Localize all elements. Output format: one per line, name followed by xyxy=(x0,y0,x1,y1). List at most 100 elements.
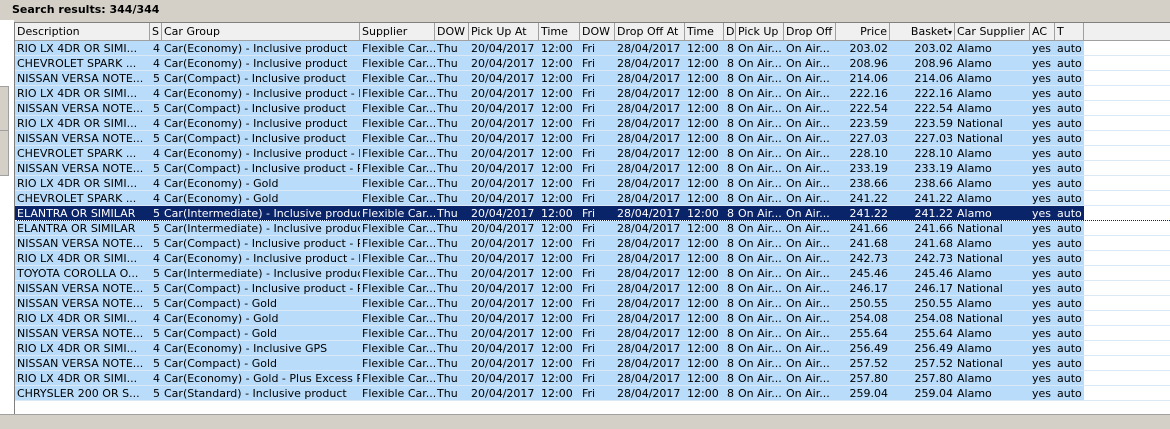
cell-price: 242.73 xyxy=(849,252,889,265)
table-row[interactable]: NISSAN VERSA NOTE... 5 Car(Compact) - Incl… xyxy=(15,101,1170,116)
cell-desc: RIO LX 4DR OR SIMI... xyxy=(17,372,138,385)
cell-basket: 203.02 xyxy=(914,42,954,55)
table-row[interactable]: RIO LX 4DR OR SIMI... 4 Car(Economy) - Gol… xyxy=(15,371,1170,386)
cell-s: 5 xyxy=(153,207,160,220)
table-row[interactable]: NISSAN VERSA NOTE... 5 Car(Compact) - Gold… xyxy=(15,356,1170,371)
table-row[interactable]: CHEVROLET SPARK ... 4 Car(Economy) - Inclu… xyxy=(15,146,1170,161)
cell-pickat: 20/04/2017 xyxy=(471,162,535,175)
table-row[interactable]: RIO LX 4DR OR SIMI... 4 Car(Economy) - Inc… xyxy=(15,116,1170,131)
row-filler xyxy=(1084,281,1170,295)
column-header-pickat[interactable]: Pick Up At xyxy=(469,23,539,40)
cell-dow1: Thu xyxy=(437,57,458,70)
table-row[interactable]: RIO LX 4DR OR SIMI... 4 Car(Economy) - Inc… xyxy=(15,86,1170,101)
cell-ac: yes xyxy=(1032,72,1052,85)
cell-pickat: 20/04/2017 xyxy=(471,327,535,340)
table-row[interactable]: CHRYSLER 200 OR S... 5 Car(Standard) - Inc… xyxy=(15,386,1170,401)
column-header-group[interactable]: Car Group xyxy=(162,23,360,40)
cell-price: 259.04 xyxy=(849,387,889,400)
table-row[interactable]: ELANTRA OR SIMILAR 5 Car(Intermediate) - I… xyxy=(15,206,1170,221)
table-row[interactable]: NISSAN VERSA NOTE... 5 Car(Compact) - Gold… xyxy=(15,296,1170,311)
column-header-supplier[interactable]: Supplier xyxy=(360,23,435,40)
row-filler xyxy=(1084,206,1170,220)
cell-supplier: Flexible Car... xyxy=(362,87,435,100)
column-header-dow1[interactable]: DOW xyxy=(435,23,469,40)
left-panel-tab[interactable] xyxy=(0,86,9,132)
table-row[interactable]: RIO LX 4DR OR SIMI... 4 Car(Economy) - Gol… xyxy=(15,311,1170,326)
cell-dropat: 28/04/2017 xyxy=(617,372,681,385)
results-grid[interactable]: Description S Car Group Supplier DOW Pick Up … xyxy=(14,22,1170,415)
cell-dow2: Fri xyxy=(582,117,596,130)
cell-dropoff: On Air... xyxy=(786,207,830,220)
cell-basket: 222.16 xyxy=(914,87,954,100)
table-row[interactable]: RIO LX 4DR OR SIMI... 4 Car(Economy) - Gol… xyxy=(15,176,1170,191)
cell-dropat: 28/04/2017 xyxy=(617,297,681,310)
cell-group: Car(Compact) - Inclusive product xyxy=(164,102,346,115)
cell-ac: yes xyxy=(1032,267,1052,280)
table-row[interactable]: NISSAN VERSA NOTE... 5 Car(Compact) - Incl… xyxy=(15,236,1170,251)
cell-pickup: On Air... xyxy=(738,57,782,70)
cell-dropoff: On Air... xyxy=(786,72,830,85)
table-row[interactable]: NISSAN VERSA NOTE... 5 Car(Compact) - Incl… xyxy=(15,71,1170,86)
cell-pickup: On Air... xyxy=(738,267,782,280)
column-header-time2[interactable]: Time xyxy=(685,23,724,40)
column-header-pickup[interactable]: Pick Up xyxy=(736,23,784,40)
column-header-s[interactable]: S xyxy=(150,23,162,40)
cell-s: 5 xyxy=(153,222,160,235)
column-header-t[interactable]: T xyxy=(1055,23,1084,40)
table-row[interactable]: CHEVROLET SPARK ... 4 Car(Economy) - Gold F… xyxy=(15,191,1170,206)
table-row[interactable]: CHEVROLET SPARK ... 4 Car(Economy) - Inclu… xyxy=(15,56,1170,71)
table-row[interactable]: NISSAN VERSA NOTE... 5 Car(Compact) - Incl… xyxy=(15,131,1170,146)
table-row[interactable]: NISSAN VERSA NOTE... 5 Car(Compact) - Incl… xyxy=(15,161,1170,176)
cell-time2: 12:00 xyxy=(687,222,719,235)
cell-dow2: Fri xyxy=(582,357,596,370)
cell-carsupplier: Alamo xyxy=(957,72,992,85)
cell-dow1: Thu xyxy=(437,72,458,85)
table-row[interactable]: NISSAN VERSA NOTE... 5 Car(Compact) - Gold… xyxy=(15,326,1170,341)
column-header-ac[interactable]: AC xyxy=(1030,23,1055,40)
cell-price: 203.02 xyxy=(849,42,889,55)
cell-dropoff: On Air... xyxy=(786,132,830,145)
cell-ac: yes xyxy=(1032,177,1052,190)
column-header-time1[interactable]: Time xyxy=(539,23,580,40)
cell-s: 5 xyxy=(153,297,160,310)
cell-t: auto xyxy=(1057,132,1082,145)
cell-pickat: 20/04/2017 xyxy=(471,132,535,145)
cell-dropat: 28/04/2017 xyxy=(617,147,681,160)
cell-ac: yes xyxy=(1032,162,1052,175)
row-filler xyxy=(1084,251,1170,265)
table-row[interactable]: RIO LX 4DR OR SIMI... 4 Car(Economy) - Inc… xyxy=(15,41,1170,56)
column-header-basket[interactable]: Basket▾ xyxy=(890,23,955,40)
cell-dow1: Thu xyxy=(437,192,458,205)
column-header-dow2[interactable]: DOW xyxy=(580,23,615,40)
cell-s: 5 xyxy=(153,102,160,115)
column-header-dropoff[interactable]: Drop Off xyxy=(784,23,836,40)
column-header-carsupplier[interactable]: Car Supplier xyxy=(955,23,1030,40)
cell-time2: 12:00 xyxy=(687,327,719,340)
table-row[interactable]: NISSAN VERSA NOTE... 5 Car(Compact) - Incl… xyxy=(15,281,1170,296)
cell-d: 8 xyxy=(727,147,734,160)
cell-dow1: Thu xyxy=(437,132,458,145)
row-filler xyxy=(1084,296,1170,310)
basket-header-label: Basket xyxy=(910,25,948,38)
column-header-price[interactable]: Price xyxy=(836,23,890,40)
cell-dropoff: On Air... xyxy=(786,342,830,355)
column-header-desc[interactable]: Description xyxy=(15,23,150,40)
cell-group: Car(Standard) - Inclusive product xyxy=(164,387,347,400)
cell-price: 256.49 xyxy=(849,342,889,355)
left-panel-tab[interactable] xyxy=(0,130,9,176)
cell-supplier: Flexible Car... xyxy=(362,117,435,130)
table-row[interactable]: RIO LX 4DR OR SIMI... 4 Car(Economy) - Inc… xyxy=(15,341,1170,356)
cell-price: 245.46 xyxy=(849,267,889,280)
cell-group: Car(Compact) - Gold xyxy=(164,297,277,310)
column-header-dropat[interactable]: Drop Off At xyxy=(615,23,685,40)
cell-t: auto xyxy=(1057,372,1082,385)
table-row[interactable]: TOYOTA COROLLA O... 5 Car(Intermediate) - … xyxy=(15,266,1170,281)
cell-basket: 233.19 xyxy=(914,162,954,175)
cell-time1: 12:00 xyxy=(541,132,573,145)
column-header-d[interactable]: D xyxy=(724,23,736,40)
cell-dropoff: On Air... xyxy=(786,267,830,280)
table-row[interactable]: RIO LX 4DR OR SIMI... 4 Car(Economy) - Inc… xyxy=(15,251,1170,266)
row-filler xyxy=(1084,86,1170,100)
cell-basket: 257.52 xyxy=(914,357,954,370)
table-row[interactable]: ELANTRA OR SIMILAR 5 Car(Intermediate) - I… xyxy=(15,221,1170,236)
